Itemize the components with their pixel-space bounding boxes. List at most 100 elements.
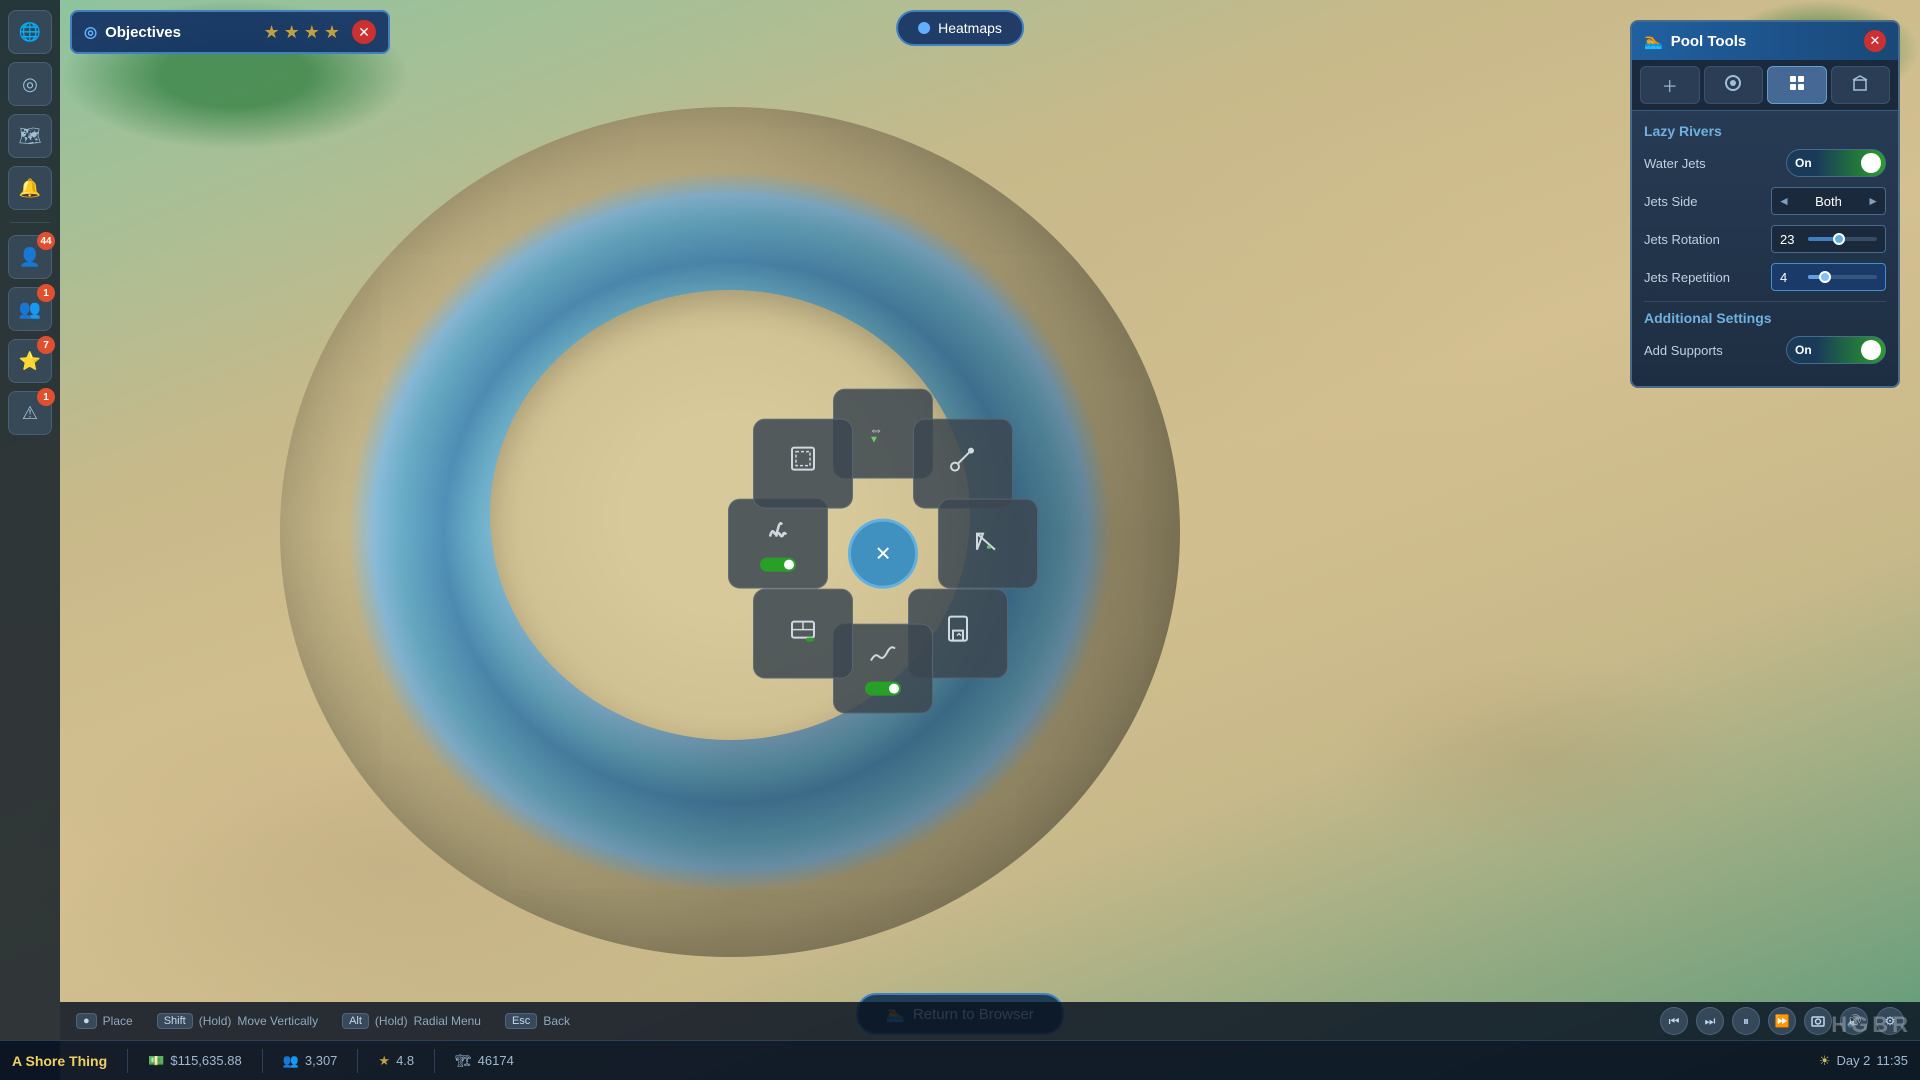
tab-grid[interactable] <box>1767 66 1827 104</box>
jets-side-selector[interactable]: ◄ Both ► <box>1771 187 1886 215</box>
sidebar-btn-globe[interactable]: 🌐 <box>8 10 52 54</box>
sidebar-btn-star[interactable]: ⭐ 7 <box>8 339 52 383</box>
lazy-rivers-title: Lazy Rivers <box>1644 123 1886 139</box>
sidebar-btn-people[interactable]: 👥 1 <box>8 287 52 331</box>
jets-rotation-dot <box>1833 233 1845 245</box>
objectives-panel: ◎ Objectives ★ ★ ★ ★ ✕ <box>70 10 390 54</box>
jets-side-next[interactable]: ► <box>1867 194 1879 208</box>
toggle-dot-water-jets <box>1861 153 1881 173</box>
add-supports-row: Add Supports On <box>1644 336 1886 364</box>
sidebar-btn-bell[interactable]: 🔔 <box>8 166 52 210</box>
status-count: 🏗 46174 <box>455 1053 514 1069</box>
esc-key: Esc <box>505 1013 537 1029</box>
sidebar-divider-1 <box>10 222 50 223</box>
segment-snap[interactable] <box>743 404 863 524</box>
move-vertically-label: Move Vertically <box>237 1014 318 1028</box>
status-divider-3 <box>357 1049 358 1073</box>
heatmaps-button[interactable]: Heatmaps <box>896 10 1024 46</box>
panel-header: 🏊 Pool Tools ✕ <box>1632 22 1898 60</box>
ctrl-move-vertically: Shift (Hold) Move Vertically <box>157 1013 318 1029</box>
watermark-text: HGBR <box>1831 1012 1912 1037</box>
status-money: 💵 $115,635.88 <box>148 1053 242 1069</box>
place-label: Place <box>103 1014 133 1028</box>
playback-prev-btn[interactable]: ⏮ <box>1660 1007 1688 1035</box>
slope-icon <box>973 523 1003 560</box>
star-3: ★ <box>304 22 320 43</box>
panel-close-button[interactable]: ✕ <box>1864 30 1886 52</box>
target-icon: ◎ <box>22 74 38 95</box>
radial-menu-label: Radial Menu <box>414 1014 481 1028</box>
playback-next-btn[interactable]: ⏭ <box>1696 1007 1724 1035</box>
heat-toggle[interactable] <box>760 557 796 571</box>
add-supports-value: On <box>1795 343 1812 357</box>
ctrl-back: Esc Back <box>505 1013 570 1029</box>
shift-key: Shift <box>157 1013 193 1029</box>
jets-rotation-track <box>1808 237 1877 241</box>
status-bar: A Shore Thing 💵 $115,635.88 👥 3,307 ★ 4.… <box>0 1040 1920 1080</box>
watermark: HGBR <box>1831 1012 1920 1038</box>
hold-label-shift: (Hold) <box>199 1014 232 1028</box>
rating-icon: ★ <box>378 1053 390 1069</box>
jets-side-row: Jets Side ◄ Both ► <box>1644 187 1886 215</box>
panel-title: 🏊 Pool Tools <box>1644 32 1746 50</box>
plus-icon: ＋ <box>1662 73 1678 97</box>
jets-side-prev[interactable]: ◄ <box>1778 194 1790 208</box>
hold-label-alt: (Hold) <box>375 1014 408 1028</box>
alert-badge: 1 <box>37 388 55 406</box>
jets-repetition-row: Jets Repetition 4 <box>1644 263 1886 291</box>
person-icon: 👤 <box>19 247 41 268</box>
radial-center-close[interactable]: ✕ <box>848 519 918 589</box>
sidebar-btn-person[interactable]: 👤 44 <box>8 235 52 279</box>
jets-rotation-value: 23 <box>1780 232 1800 247</box>
sidebar-btn-map[interactable]: 🗺 <box>8 114 52 158</box>
money-value: $115,635.88 <box>170 1053 241 1068</box>
sidebar-btn-target[interactable]: ◎ <box>8 62 52 106</box>
pool-icon: 🏊 <box>1644 32 1663 50</box>
heatmap-dot-icon <box>918 22 930 34</box>
jets-rotation-slider[interactable]: 23 <box>1771 225 1886 253</box>
brush-icon <box>1724 74 1742 97</box>
alert-icon: ⚠ <box>22 403 38 424</box>
heatmaps-label: Heatmaps <box>938 20 1002 36</box>
jets-repetition-label: Jets Repetition <box>1644 270 1730 285</box>
building-icon <box>1851 74 1869 97</box>
status-people: 👥 3,307 <box>283 1053 338 1069</box>
snap-icon <box>788 443 818 480</box>
tab-brush[interactable] <box>1704 66 1764 104</box>
place-key: ● <box>76 1013 97 1029</box>
rating-value: 4.8 <box>396 1053 414 1068</box>
people-icon: 👥 <box>19 299 41 320</box>
water-feature-toggle[interactable] <box>865 681 901 695</box>
section-divider <box>1644 301 1886 302</box>
jets-rotation-label: Jets Rotation <box>1644 232 1720 247</box>
tab-building[interactable] <box>1831 66 1891 104</box>
back-label: Back <box>543 1014 570 1028</box>
additional-settings-title: Additional Settings <box>1644 310 1886 326</box>
star-icon: ⭐ <box>19 351 41 372</box>
tab-plus[interactable]: ＋ <box>1640 66 1700 104</box>
objectives-close-button[interactable]: ✕ <box>352 20 376 44</box>
star-1: ★ <box>263 22 279 43</box>
jets-side-value: Both <box>1815 194 1842 209</box>
entry-icon <box>943 612 973 651</box>
jets-rotation-row: Jets Rotation 23 <box>1644 225 1886 253</box>
playback-fast-btn[interactable]: ⏩ <box>1768 1007 1796 1035</box>
jets-repetition-track <box>1808 275 1877 279</box>
sidebar-btn-alert[interactable]: ⚠ 1 <box>8 391 52 435</box>
jets-repetition-slider[interactable]: 4 <box>1771 263 1886 291</box>
objectives-icon: ◎ <box>84 23 97 41</box>
panel-title-text: Pool Tools <box>1671 33 1747 50</box>
water-jets-toggle[interactable]: On <box>1786 149 1886 177</box>
bell-icon: 🔔 <box>19 178 41 199</box>
ctrl-radial-menu: Alt (Hold) Radial Menu <box>342 1013 481 1029</box>
jets-side-label: Jets Side <box>1644 194 1697 209</box>
people-count-value: 3,307 <box>305 1053 338 1068</box>
wall-icon <box>788 613 818 650</box>
playback-camera-btn[interactable] <box>1804 1007 1832 1035</box>
playback-pause-btn[interactable]: ⏸ <box>1732 1007 1760 1035</box>
people-count-icon: 👥 <box>283 1053 299 1069</box>
globe-icon: 🌐 <box>19 22 41 43</box>
add-supports-toggle[interactable]: On <box>1786 336 1886 364</box>
building-count-icon: 🏗 <box>455 1053 472 1069</box>
add-supports-label: Add Supports <box>1644 343 1723 358</box>
